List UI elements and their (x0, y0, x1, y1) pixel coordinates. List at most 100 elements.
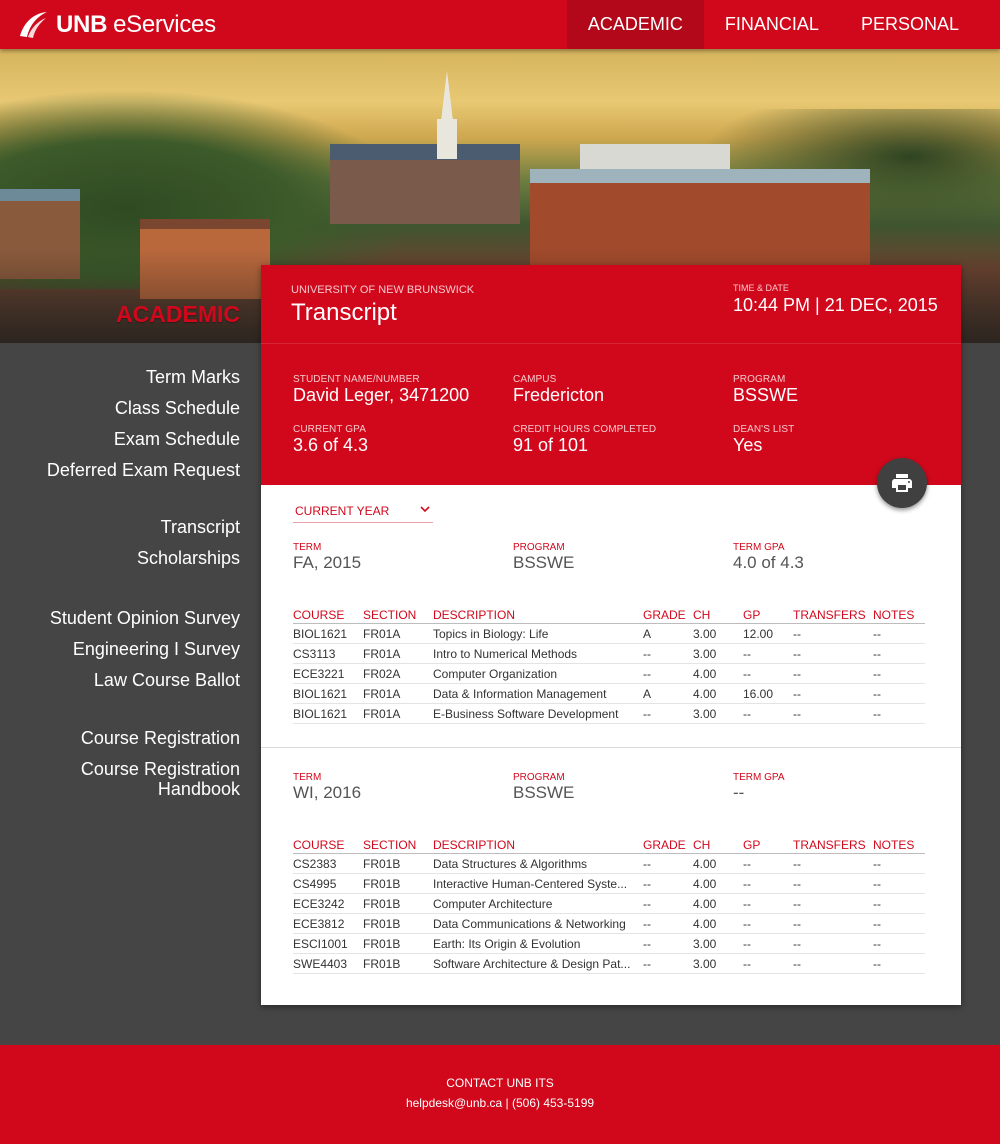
table-cell: 3.00 (693, 627, 717, 641)
table-cell: -- (743, 917, 751, 931)
table-cell: -- (643, 857, 651, 871)
column-header[interactable]: TRANSFERS (793, 608, 871, 622)
term-program-value: BSSWE (513, 553, 575, 572)
table-cell: -- (793, 627, 801, 641)
table-cell: -- (643, 667, 651, 681)
sidebar-item-deferred-exam[interactable]: Deferred Exam Request (20, 460, 240, 480)
print-button[interactable] (877, 458, 927, 508)
table-cell: -- (793, 707, 801, 721)
brand-logo[interactable]: UNB eServices (16, 9, 216, 41)
gpa-label: CURRENT GPA (293, 424, 366, 435)
column-header[interactable]: DESCRIPTION (433, 608, 641, 622)
table-cell: FR01B (363, 857, 401, 871)
table-cell: FR01B (363, 957, 401, 971)
table-cell: FR01B (363, 877, 401, 891)
table-cell: -- (793, 917, 801, 931)
table-row[interactable]: BIOL1621 FR01A Data & Information Manageme… (293, 684, 925, 704)
table-cell: Computer Organization (433, 667, 558, 681)
nav-academic[interactable]: ACADEMIC (566, 0, 704, 49)
table-cell: FR01A (363, 647, 401, 661)
table-cell: 4.00 (693, 917, 717, 931)
column-header[interactable]: CH (693, 838, 741, 852)
column-header[interactable]: SECTION (363, 608, 431, 622)
campus-label: CAMPUS (513, 374, 557, 385)
table-row[interactable]: ESCI1001 FR01B Earth: Its Origin & Evoluti… (293, 934, 925, 954)
chevron-down-icon (420, 506, 430, 513)
printer-icon (892, 474, 912, 492)
student-label: STUDENT NAME/NUMBER (293, 374, 420, 385)
brand-name-light: eServices (113, 11, 216, 38)
student-info: STUDENT NAME/NUMBER David Leger, 3471200… (261, 343, 961, 485)
table-cell: -- (743, 897, 751, 911)
table-row[interactable]: ECE3221 FR02A Computer Organization -- 4.00 -… (293, 664, 925, 684)
table-cell: 3.00 (693, 937, 717, 951)
table-cell: FR01A (363, 707, 401, 721)
sidebar: Term Marks Class Schedule Exam Schedule … (0, 343, 260, 1045)
transcript-panel: UNIVERSITY OF NEW BRUNSWICK Transcript T… (261, 265, 961, 1005)
sidebar-item-term-marks[interactable]: Term Marks (20, 367, 240, 387)
term-label: TERM (293, 772, 322, 783)
table-row[interactable]: BIOL1621 FR01A Topics in Biology: Life A 3.0… (293, 624, 925, 644)
footer-contact-details[interactable]: helpdesk@unb.ca | (506) 453-5199 (0, 1096, 1000, 1110)
column-header[interactable]: COURSE (293, 608, 361, 622)
table-row[interactable]: CS3113 FR01A Intro to Numerical Methods -- 3… (293, 644, 925, 664)
table-row[interactable]: CS2383 FR01B Data Structures & Algorithms -… (293, 854, 925, 874)
deans-list-value: Yes (733, 435, 763, 455)
column-header[interactable]: DESCRIPTION (433, 838, 641, 852)
table-cell: CS3113 (293, 647, 336, 661)
brand-name-bold: UNB (56, 11, 108, 38)
table-row[interactable]: ECE3812 FR01B Data Communications & Networ… (293, 914, 925, 934)
table-cell: A (643, 627, 652, 641)
column-header[interactable]: TRANSFERS (793, 838, 871, 852)
column-header[interactable]: GRADE (643, 608, 691, 622)
sidebar-item-exam-schedule[interactable]: Exam Schedule (20, 429, 240, 449)
column-header[interactable]: NOTES (873, 608, 925, 622)
table-cell: -- (643, 647, 651, 661)
top-bar: UNB eServices ACADEMIC FINANCIAL PERSONA… (0, 0, 1000, 49)
table-cell: 4.00 (693, 667, 717, 681)
column-header[interactable]: COURSE (293, 838, 361, 852)
table-row[interactable]: SWE4403 FR01B Software Architecture & Desi… (293, 954, 925, 974)
table-body: CS2383 FR01B Data Structures & Algorithms -… (293, 854, 925, 974)
table-row[interactable]: CS4995 FR01B Interactive Human-Centered Sy… (293, 874, 925, 894)
term-fa-2015-table: COURSE SECTION DESCRIPTION GRADE CH GP T… (293, 606, 925, 724)
column-header[interactable]: SECTION (363, 838, 431, 852)
table-cell: FR01B (363, 937, 401, 951)
table-cell: -- (643, 917, 651, 931)
sidebar-item-law-course-ballot[interactable]: Law Course Ballot (20, 670, 240, 690)
table-cell: ECE3812 (293, 917, 345, 931)
column-header[interactable]: GP (743, 838, 791, 852)
term-value: WI, 2016 (293, 783, 362, 802)
term-gpa-label: TERM GPA (733, 772, 785, 783)
table-cell: -- (873, 647, 881, 661)
table-row[interactable]: BIOL1621 FR01A E-Business Software Develop… (293, 704, 925, 724)
table-cell: -- (873, 667, 881, 681)
sidebar-item-engineering-survey[interactable]: Engineering I Survey (20, 639, 240, 659)
sidebar-item-transcript[interactable]: Transcript (20, 517, 240, 537)
column-header[interactable]: GRADE (643, 838, 691, 852)
table-cell: A (643, 687, 652, 701)
column-header[interactable]: CH (693, 608, 741, 622)
table-cell: Data Communications & Networking (433, 917, 626, 931)
table-cell: Data & Information Management (433, 687, 607, 701)
column-header[interactable]: GP (743, 608, 791, 622)
term-wi-2016-table: COURSE SECTION DESCRIPTION GRADE CH GP T… (293, 836, 925, 974)
table-cell: -- (643, 937, 651, 951)
table-cell: -- (743, 667, 751, 681)
table-cell: -- (793, 687, 801, 701)
sidebar-item-course-registration[interactable]: Course Registration (20, 728, 240, 748)
sidebar-item-scholarships[interactable]: Scholarships (20, 548, 240, 568)
column-header[interactable]: NOTES (873, 838, 925, 852)
year-select[interactable]: CURRENT YEAR (293, 502, 433, 523)
table-cell: -- (743, 857, 751, 871)
sidebar-item-class-schedule[interactable]: Class Schedule (20, 398, 240, 418)
nav-personal[interactable]: PERSONAL (840, 0, 980, 49)
sidebar-item-student-opinion-survey[interactable]: Student Opinion Survey (20, 608, 240, 628)
sidebar-item-registration-handbook[interactable]: Course Registration Handbook (20, 759, 240, 799)
nav-financial[interactable]: FINANCIAL (704, 0, 840, 49)
table-row[interactable]: ECE3242 FR01B Computer Architecture -- 4.00 -… (293, 894, 925, 914)
main-nav: ACADEMIC FINANCIAL PERSONAL (566, 0, 980, 49)
table-cell: -- (873, 707, 881, 721)
table-cell: -- (793, 957, 801, 971)
background-swoosh (781, 344, 961, 485)
